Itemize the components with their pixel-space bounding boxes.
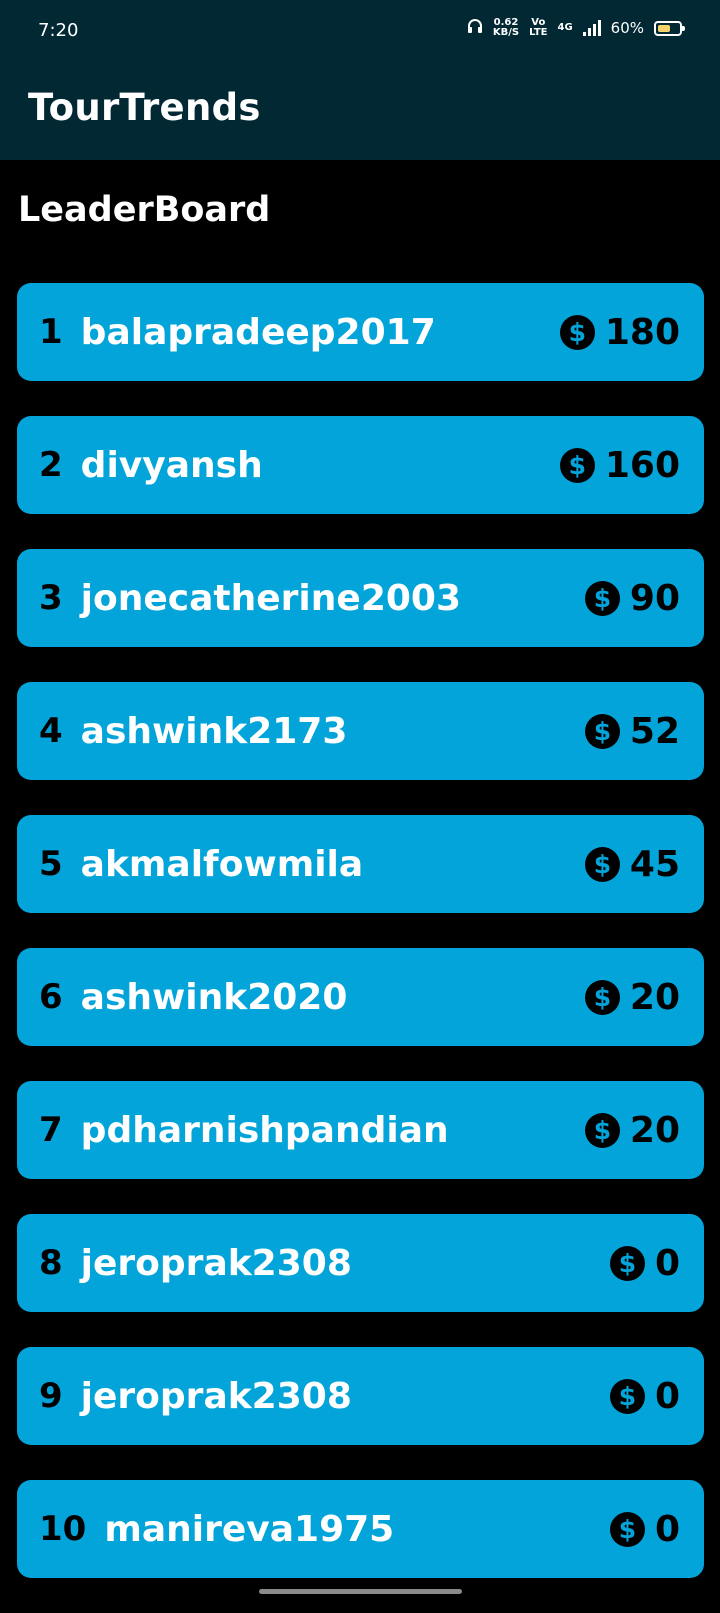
- app-title: TourTrends: [28, 86, 261, 129]
- rank-number: 3: [39, 578, 63, 618]
- username: ashwink2173: [80, 710, 348, 752]
- dollar-coin-icon: $: [584, 713, 620, 749]
- username: akmalfowmila: [80, 843, 364, 885]
- home-indicator[interactable]: [259, 1589, 462, 1594]
- leaderboard-row[interactable]: 9 jeroprak2308 $ 0: [17, 1347, 704, 1445]
- points-value: 20: [629, 1109, 680, 1151]
- dollar-coin-icon: $: [584, 580, 620, 616]
- leaderboard-list: 1 balapradeep2017 $ 180 2 divyansh $ 160…: [17, 283, 704, 1613]
- status-bar: 7:20 0.62 KB/S Vo LTE 4G 60%: [0, 0, 720, 62]
- points-value: 90: [629, 577, 680, 619]
- leaderboard-row[interactable]: 3 jonecatherine2003 $ 90: [17, 549, 704, 647]
- username: jeroprak2308: [80, 1242, 352, 1284]
- username: jeroprak2308: [80, 1375, 352, 1417]
- leaderboard-row[interactable]: 7 pdharnishpandian $ 20: [17, 1081, 704, 1179]
- network-type: 4G: [557, 22, 573, 33]
- username: balapradeep2017: [80, 311, 436, 353]
- points-value: 0: [654, 1375, 680, 1417]
- leaderboard-row[interactable]: 4 ashwink2173 $ 52: [17, 682, 704, 780]
- signal-icon: [582, 20, 601, 36]
- rank-number: 7: [39, 1110, 63, 1150]
- rank-number: 10: [39, 1509, 87, 1549]
- username: manireva1975: [104, 1508, 395, 1550]
- leaderboard-row[interactable]: 10 manireva1975 $ 0: [17, 1480, 704, 1578]
- rank-number: 8: [39, 1243, 63, 1283]
- points-value: 52: [629, 710, 680, 752]
- dollar-coin-icon: $: [609, 1378, 645, 1414]
- points-value: 160: [604, 444, 680, 486]
- volte-indicator: Vo LTE: [529, 17, 548, 38]
- rank-number: 6: [39, 977, 63, 1017]
- points-value: 20: [629, 976, 680, 1018]
- points-value: 45: [629, 843, 680, 885]
- rank-number: 4: [39, 711, 63, 751]
- leaderboard-row[interactable]: 2 divyansh $ 160: [17, 416, 704, 514]
- leaderboard-row[interactable]: 8 jeroprak2308 $ 0: [17, 1214, 704, 1312]
- leaderboard-row[interactable]: 6 ashwink2020 $ 20: [17, 948, 704, 1046]
- network-speed: 0.62 KB/S: [492, 17, 520, 38]
- dollar-coin-icon: $: [559, 314, 595, 350]
- username: pdharnishpandian: [80, 1109, 449, 1151]
- dollar-coin-icon: $: [584, 979, 620, 1015]
- headphones-icon: [467, 18, 483, 38]
- points-value: 0: [654, 1508, 680, 1550]
- points-value: 0: [654, 1242, 680, 1284]
- username: ashwink2020: [80, 976, 348, 1018]
- rank-number: 2: [39, 445, 63, 485]
- battery-level: [658, 24, 670, 32]
- username: divyansh: [80, 444, 263, 486]
- dollar-coin-icon: $: [609, 1511, 645, 1547]
- status-time: 7:20: [38, 20, 79, 41]
- dollar-coin-icon: $: [609, 1245, 645, 1281]
- username: jonecatherine2003: [80, 577, 462, 619]
- leaderboard-row[interactable]: 5 akmalfowmila $ 45: [17, 815, 704, 913]
- dollar-coin-icon: $: [584, 846, 620, 882]
- app-bar: TourTrends: [0, 62, 720, 160]
- dollar-coin-icon: $: [559, 447, 595, 483]
- dollar-coin-icon: $: [584, 1112, 620, 1148]
- leaderboard-title: LeaderBoard: [18, 190, 271, 230]
- rank-number: 9: [39, 1376, 63, 1416]
- battery-icon: [654, 20, 685, 36]
- status-icons: 0.62 KB/S Vo LTE 4G 60%: [467, 17, 685, 38]
- leaderboard-row[interactable]: 1 balapradeep2017 $ 180: [17, 283, 704, 381]
- points-value: 180: [604, 311, 680, 353]
- rank-number: 1: [39, 312, 63, 352]
- battery-percent: 60%: [610, 19, 644, 37]
- rank-number: 5: [39, 844, 63, 884]
